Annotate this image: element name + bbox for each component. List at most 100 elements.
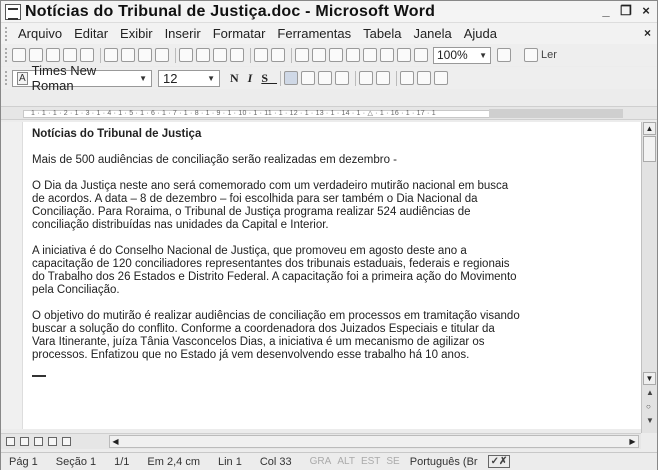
window-title: Notícias do Tribunal de Justiça.doc - Mi… [25, 2, 436, 20]
print-view-icon[interactable] [34, 437, 43, 446]
insert-excel-icon[interactable] [346, 48, 360, 62]
font-name-select[interactable]: A Times New Roman ▼ [12, 63, 152, 93]
redo-icon[interactable] [271, 48, 285, 62]
zoom-value: 100% [437, 48, 468, 62]
next-page-icon[interactable]: ▼ [646, 416, 654, 425]
previous-page-icon[interactable]: ▲ [646, 388, 654, 397]
status-bar: Pág 1 Seção 1 1/1 Em 2,4 cm Lin 1 Col 33… [1, 452, 657, 470]
scroll-down-button[interactable]: ▼ [643, 372, 656, 385]
status-page: Pág 1 [9, 455, 38, 468]
indent-icon[interactable] [376, 71, 391, 85]
scroll-right-button[interactable]: ▶ [627, 436, 638, 447]
align-right-icon[interactable] [318, 71, 333, 85]
menu-inserir[interactable]: Inserir [159, 26, 207, 41]
left-margin-area [1, 122, 23, 429]
menu-ferramentas[interactable]: Ferramentas [271, 26, 357, 41]
hyperlink-icon[interactable] [295, 48, 309, 62]
outline-view-icon[interactable] [48, 437, 57, 446]
print-preview-icon[interactable] [121, 48, 135, 62]
horizontal-ruler[interactable]: 1 · 1 · 1 · 2 · 1 · 3 · 1 · 4 · 1 · 5 · … [1, 106, 657, 120]
menu-formatar[interactable]: Formatar [207, 26, 272, 41]
menu-arquivo[interactable]: Arquivo [12, 26, 68, 41]
menu-exibir[interactable]: Exibir [114, 26, 159, 41]
normal-view-icon[interactable] [6, 437, 15, 446]
print-icon[interactable] [104, 48, 118, 62]
toolbar-separator [280, 70, 282, 86]
word-app-icon[interactable] [5, 3, 21, 20]
help-icon[interactable] [497, 48, 511, 62]
drawing-icon[interactable] [380, 48, 394, 62]
align-center-icon[interactable] [301, 71, 316, 85]
columns-icon[interactable] [363, 48, 377, 62]
paragraph: Mais de 500 audiências de conciliação se… [32, 154, 398, 166]
status-line: Lin 1 [218, 455, 242, 468]
zoom-select[interactable]: 100% ▼ [433, 46, 491, 64]
tables-borders-icon[interactable] [312, 48, 326, 62]
menubar-grip[interactable] [5, 26, 8, 41]
read-button[interactable]: Ler [524, 48, 557, 62]
document-body[interactable]: Notícias do Tribunal de Justiça Mais de … [32, 128, 522, 377]
align-left-icon[interactable] [284, 71, 299, 85]
status-rec[interactable]: GRA [310, 456, 332, 467]
menu-janela[interactable]: Janela [407, 26, 457, 41]
menu-editar[interactable]: Editar [68, 26, 114, 41]
document-close-button[interactable]: × [644, 26, 651, 40]
copy-icon[interactable] [196, 48, 210, 62]
numbering-icon[interactable] [359, 71, 374, 85]
underline-button[interactable]: S [261, 71, 277, 85]
bold-button[interactable]: N [230, 71, 248, 85]
menu-tabela[interactable]: Tabela [357, 26, 407, 41]
restore-button[interactable]: ❐ [617, 3, 635, 19]
justify-icon[interactable] [335, 71, 350, 85]
show-hide-icon[interactable] [414, 48, 428, 62]
font-name-value: Times New Roman [31, 63, 97, 93]
browse-object-icon[interactable]: ○ [646, 402, 651, 411]
status-pages: 1/1 [114, 455, 130, 468]
insert-table-icon[interactable] [329, 48, 343, 62]
scroll-up-button[interactable]: ▲ [643, 122, 656, 135]
toolbar-grip[interactable] [5, 71, 8, 85]
status-trk[interactable]: ALT [337, 456, 355, 467]
ruler-ticks: 1 · 1 · 1 · 2 · 1 · 3 · 1 · 4 · 1 · 5 · … [31, 110, 436, 117]
highlight-icon[interactable] [417, 71, 432, 85]
scroll-left-button[interactable]: ◀ [110, 436, 121, 447]
word-window: Notícias do Tribunal de Justiça.doc - Mi… [0, 0, 658, 470]
font-size-value: 12 [163, 70, 178, 86]
menu-bar: Arquivo Editar Exibir Inserir Formatar F… [1, 23, 657, 44]
font-color-icon[interactable] [434, 71, 449, 85]
email-icon[interactable] [80, 48, 94, 62]
web-view-icon[interactable] [20, 437, 29, 446]
horizontal-scrollbar[interactable]: ◀ ▶ [109, 435, 639, 448]
spelling-icon[interactable] [138, 48, 152, 62]
permission-icon[interactable] [63, 48, 77, 62]
research-icon[interactable] [155, 48, 169, 62]
document-map-icon[interactable] [397, 48, 411, 62]
toolbar-separator [355, 70, 357, 86]
save-icon[interactable] [46, 48, 60, 62]
status-ext[interactable]: EST [361, 456, 380, 467]
close-button[interactable]: × [637, 3, 655, 19]
undo-icon[interactable] [254, 48, 268, 62]
document-page[interactable]: Notícias do Tribunal de Justiça Mais de … [23, 122, 643, 429]
reading-view-icon[interactable] [62, 437, 71, 446]
status-language[interactable]: Português (Br [410, 456, 478, 468]
vertical-scrollbar[interactable]: ▲ ▼ ▲ ○ ▼ [641, 122, 657, 433]
window-controls: _ ❐ × [597, 3, 655, 19]
cut-icon[interactable] [179, 48, 193, 62]
format-painter-icon[interactable] [230, 48, 244, 62]
chevron-down-icon: ▼ [479, 50, 487, 60]
italic-button[interactable]: I [248, 71, 262, 85]
new-document-icon[interactable] [12, 48, 26, 62]
open-folder-icon[interactable] [29, 48, 43, 62]
chevron-down-icon: ▼ [207, 73, 215, 83]
status-ovr[interactable]: SE [386, 456, 399, 467]
borders-icon[interactable] [400, 71, 415, 85]
menu-ajuda[interactable]: Ajuda [458, 26, 503, 41]
font-size-select[interactable]: 12 ▼ [158, 69, 220, 87]
minimize-button[interactable]: _ [597, 3, 615, 19]
scroll-thumb[interactable] [643, 136, 656, 162]
toolbar-grip[interactable] [5, 48, 8, 62]
status-at: Em 2,4 cm [147, 455, 200, 468]
spelling-status-icon[interactable]: ✓✗ [487, 455, 511, 468]
paste-icon[interactable] [213, 48, 227, 62]
